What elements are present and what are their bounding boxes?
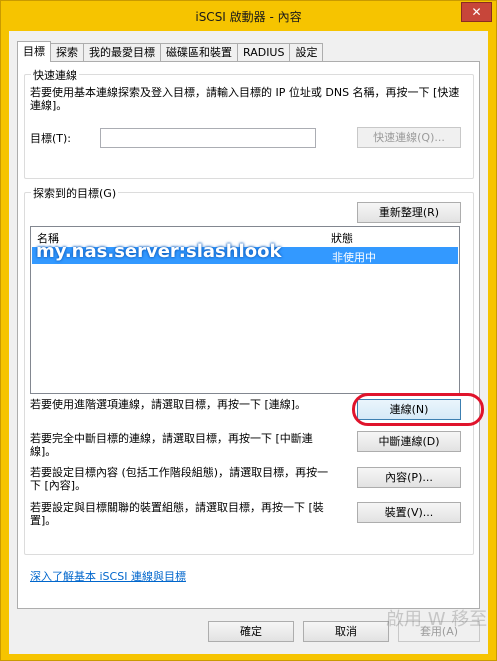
discovered-targets-legend: 探索到的目標(G)	[31, 185, 119, 201]
ok-button[interactable]: 確定	[208, 621, 294, 642]
disconnect-description: 若要完全中斷目標的連線，請選取目標，再按一下 [中斷連線]。	[30, 432, 313, 458]
targets-list[interactable]: 名稱 狀態 my.nas.server:slashlook 非使用中	[30, 226, 460, 394]
properties-button[interactable]: 內容(P)...	[357, 467, 461, 488]
table-row[interactable]: my.nas.server:slashlook 非使用中	[32, 241, 458, 264]
connect-highlight-annotation	[352, 393, 484, 426]
quick-connect-legend: 快速連線	[31, 67, 79, 83]
close-button[interactable]: ✕	[461, 2, 492, 22]
refresh-button[interactable]: 重新整理(R)	[357, 202, 461, 223]
quick-connect-description: 若要使用基本連線探索及登入目標，請輸入目標的 IP 位址或 DNS 名稱，再按一…	[30, 86, 460, 112]
window-title: iSCSI 啟動器 - 內容	[195, 10, 302, 24]
title-bar: iSCSI 啟動器 - 內容 ✕	[1, 1, 496, 31]
target-name-cell: my.nas.server:slashlook	[36, 241, 282, 262]
target-status-cell: 非使用中	[332, 251, 376, 264]
quick-connect-button[interactable]: 快速連線(Q)...	[357, 127, 461, 148]
cancel-button[interactable]: 取消	[303, 621, 389, 642]
activation-watermark: 啟用 W 移至	[386, 609, 488, 630]
tab-targets[interactable]: 目標	[17, 41, 51, 62]
tab-radius[interactable]: RADIUS	[238, 43, 291, 62]
column-status[interactable]: 狀態	[331, 230, 353, 246]
dialog-client: 目標 探索 我的最愛目標 磁碟區和裝置 RADIUS 設定 快速連線 若要使用基…	[9, 31, 488, 654]
tab-configuration[interactable]: 設定	[290, 43, 324, 62]
target-input[interactable]	[100, 128, 316, 148]
tab-strip: 目標 探索 我的最愛目標 磁碟區和裝置 RADIUS 設定	[17, 41, 324, 62]
help-link[interactable]: 深入了解基本 iSCSI 連線與目標	[30, 568, 186, 584]
iscsi-properties-window: iSCSI 啟動器 - 內容 ✕ 目標 探索 我的最愛目標 磁碟區和裝置 RAD…	[0, 0, 497, 661]
tab-volumes-devices[interactable]: 磁碟區和裝置	[161, 43, 238, 62]
tab-discovery[interactable]: 探索	[51, 43, 84, 62]
connect-description: 若要使用進階選項連線，請選取目標，再按一下 [連線]。	[30, 398, 307, 411]
devices-button[interactable]: 裝置(V)...	[357, 502, 461, 523]
devices-description: 若要設定與目標關聯的裝置組態，請選取目標，再按一下 [裝置]。	[30, 501, 324, 527]
target-label: 目標(T):	[30, 132, 72, 145]
disconnect-button[interactable]: 中斷連線(D)	[357, 431, 461, 452]
tab-favorite-targets[interactable]: 我的最愛目標	[84, 43, 161, 62]
targets-tab-panel: 快速連線 若要使用基本連線探索及登入目標，請輸入目標的 IP 位址或 DNS 名…	[17, 61, 484, 609]
properties-description: 若要設定目標內容 (包括工作階段組態)，請選取目標，再按一下 [內容]。	[30, 466, 329, 492]
